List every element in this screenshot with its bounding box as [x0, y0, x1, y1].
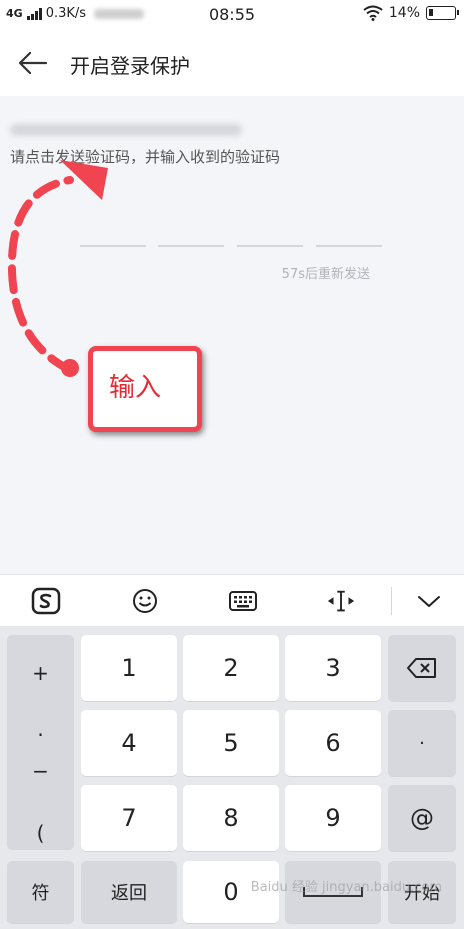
watermark: Baidu 经验 jingyan.baidu.com	[250, 880, 442, 895]
key-5[interactable]: 5	[183, 710, 279, 776]
battery-percent: 14%	[388, 5, 420, 21]
wifi-icon	[363, 5, 383, 21]
key-minus[interactable]: −	[7, 759, 74, 783]
key-period[interactable]: .	[7, 717, 74, 741]
status-right: 14%	[363, 5, 459, 21]
battery-icon	[426, 6, 459, 20]
key-7[interactable]: 7	[81, 785, 177, 851]
key-2[interactable]: 2	[183, 635, 279, 701]
sogou-logo-icon[interactable]	[31, 587, 61, 615]
key-4[interactable]: 4	[81, 710, 177, 776]
key-1[interactable]: 1	[81, 635, 177, 701]
key-6[interactable]: 6	[285, 710, 381, 776]
key-8[interactable]: 8	[183, 785, 279, 851]
key-3[interactable]: 3	[285, 635, 381, 701]
emoji-icon[interactable]	[130, 587, 160, 615]
key-paren[interactable]: (	[7, 821, 74, 845]
symbols-button[interactable]: 符	[7, 861, 74, 923]
status-bar: 4G 0.3K/s 08:55 14%	[0, 0, 464, 30]
toolbar-divider	[391, 587, 392, 615]
key-plus[interactable]: +	[7, 661, 74, 685]
cursor-move-icon[interactable]	[326, 587, 356, 615]
key-dot[interactable]: ·	[388, 710, 456, 776]
collapse-icon[interactable]	[414, 587, 444, 615]
code-slot-4[interactable]	[316, 245, 382, 247]
symbol-column[interactable]: + . − (	[7, 635, 74, 850]
back-arrow-icon[interactable]	[16, 48, 50, 78]
delete-button[interactable]	[388, 635, 456, 701]
code-slot-3[interactable]	[237, 245, 303, 247]
key-9[interactable]: 9	[285, 785, 381, 851]
backspace-icon	[407, 658, 436, 678]
annotation-box: 输入	[88, 346, 202, 432]
battery-fill	[429, 9, 433, 16]
keyboard-icon[interactable]	[228, 587, 258, 615]
header: 开启登录保护	[0, 30, 464, 96]
annotation-label: 输入	[109, 373, 162, 403]
blurred-phone-number	[10, 124, 242, 136]
page-title: 开启登录保护	[70, 54, 190, 78]
return-button[interactable]: 返回	[81, 861, 177, 923]
key-at[interactable]: @	[388, 785, 456, 851]
resend-countdown: 57s后重新发送	[281, 267, 370, 282]
code-slot-2[interactable]	[158, 245, 224, 247]
keyboard-toolbar	[0, 574, 464, 626]
